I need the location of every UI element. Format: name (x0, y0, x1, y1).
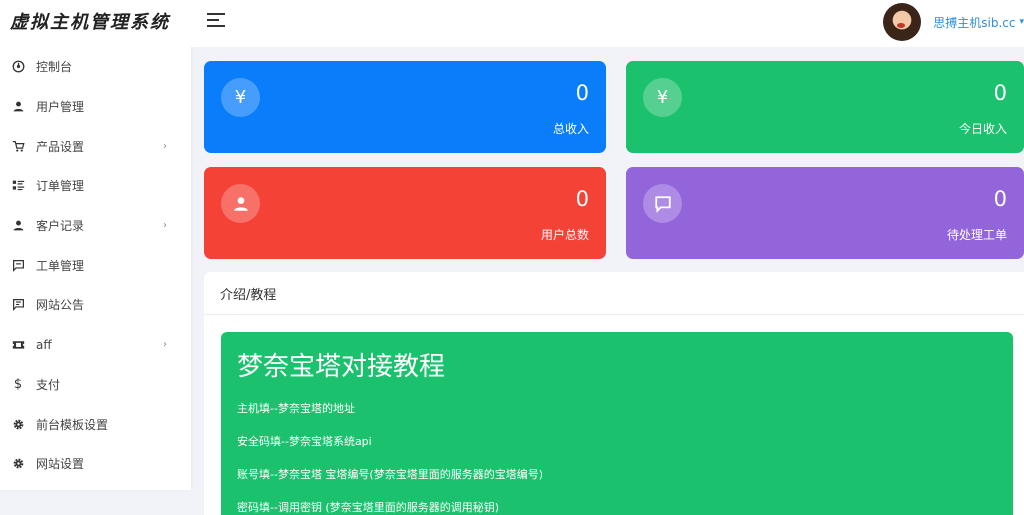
yen-icon: ¥ (221, 78, 260, 117)
stat-value: 0 (993, 81, 1007, 105)
gear-icon (11, 417, 25, 431)
intro-panel: 介绍/教程 梦奈宝塔对接教程 主机填--梦奈宝塔的地址 安全码填--梦奈宝塔系统… (204, 272, 1024, 515)
tutorial-line: 账号填--梦奈宝塔 宝塔编号(梦奈宝塔里面的服务器的宝塔编号) (237, 468, 544, 481)
chat-icon (643, 184, 682, 223)
announcement-icon (11, 298, 25, 312)
sidebar: 虚拟主机管理系统 控制台 用户管理 产品设置 › 订单管理 客户记录 › 工单管… (0, 0, 191, 490)
yen-icon: ¥ (643, 78, 682, 117)
sidebar-item-announcements[interactable]: 网站公告 (0, 285, 191, 325)
sidebar-item-dashboard[interactable]: 控制台 (0, 47, 191, 87)
stat-label: 用户总数 (540, 228, 589, 242)
chevron-right-icon: › (163, 140, 167, 152)
dashboard-icon (11, 60, 25, 74)
stat-value: 0 (993, 187, 1007, 211)
username[interactable]: 思搏主机sib.cc (933, 14, 1015, 31)
list-icon (11, 179, 25, 193)
message-icon (11, 258, 25, 272)
tutorial-title: 梦奈宝塔对接教程 (237, 352, 446, 382)
sidebar-item-label: 产品设置 (36, 139, 85, 154)
user-icon (11, 100, 25, 114)
user-menu[interactable]: 思搏主机sib.cc ▾ (883, 2, 1024, 42)
sidebar-item-label: aff (36, 337, 52, 352)
sidebar-item-label: 支付 (36, 377, 61, 392)
sidebar-item-users[interactable]: 用户管理 (0, 87, 191, 127)
sidebar-item-products[interactable]: 产品设置 › (0, 126, 191, 166)
sidebar-item-aff[interactable]: aff › (0, 325, 191, 365)
sidebar-item-payment[interactable]: $ 支付 (0, 365, 191, 405)
stat-label: 总收入 (552, 122, 589, 136)
sidebar-item-label: 订单管理 (36, 179, 85, 194)
sidebar-item-customers[interactable]: 客户记录 › (0, 206, 191, 246)
sidebar-item-label: 前台模板设置 (36, 417, 109, 432)
hamburger-menu-icon[interactable] (207, 13, 225, 27)
sidebar-item-label: 控制台 (36, 60, 73, 75)
user-icon (11, 219, 25, 233)
chevron-right-icon: › (163, 220, 167, 232)
chevron-down-icon[interactable]: ▾ (1019, 17, 1024, 27)
tutorial-line: 密码填--调用密钥 (梦奈宝塔里面的服务器的调用秘钥) (237, 501, 500, 514)
sidebar-item-tickets[interactable]: 工单管理 (0, 245, 191, 285)
total-users-card: 0 用户总数 (204, 167, 606, 259)
stat-value: 0 (575, 187, 589, 211)
sidebar-item-label: 用户管理 (36, 100, 85, 115)
dollar-icon: $ (13, 376, 23, 392)
stat-label: 今日收入 (958, 122, 1007, 136)
sidebar-item-template-settings[interactable]: 前台模板设置 (0, 404, 191, 444)
user-icon (221, 184, 260, 223)
today-income-card: ¥ 0 今日收入 (626, 61, 1024, 153)
ticket-icon (11, 338, 25, 352)
sidebar-item-site-settings[interactable]: 网站设置 (0, 444, 191, 484)
stat-value: 0 (575, 81, 589, 105)
sidebar-item-label: 网站设置 (36, 457, 85, 472)
stat-label: 待处理工单 (946, 228, 1007, 242)
pending-tickets-card: 0 待处理工单 (626, 167, 1024, 259)
tutorial-box: 梦奈宝塔对接教程 主机填--梦奈宝塔的地址 安全码填--梦奈宝塔系统api 账号… (221, 332, 1013, 515)
sidebar-item-label: 网站公告 (36, 298, 85, 313)
tutorial-line: 安全码填--梦奈宝塔系统api (237, 435, 372, 448)
gear-icon (11, 457, 25, 471)
total-income-card: ¥ 0 总收入 (204, 61, 606, 153)
cart-icon (11, 139, 25, 153)
sidebar-item-label: 工单管理 (36, 258, 85, 273)
chevron-right-icon: › (163, 339, 167, 351)
avatar[interactable] (883, 3, 922, 41)
panel-title: 介绍/教程 (204, 272, 1024, 315)
sidebar-nav: 控制台 用户管理 产品设置 › 订单管理 客户记录 › 工单管理 网站公告 af… (0, 47, 191, 484)
sidebar-item-label: 客户记录 (36, 219, 85, 234)
brand-logo: 虚拟主机管理系统 (10, 12, 170, 33)
tutorial-line: 主机填--梦奈宝塔的地址 (237, 402, 355, 415)
sidebar-item-orders[interactable]: 订单管理 (0, 166, 191, 206)
top-bar: 思搏主机sib.cc ▾ (191, 0, 1024, 47)
